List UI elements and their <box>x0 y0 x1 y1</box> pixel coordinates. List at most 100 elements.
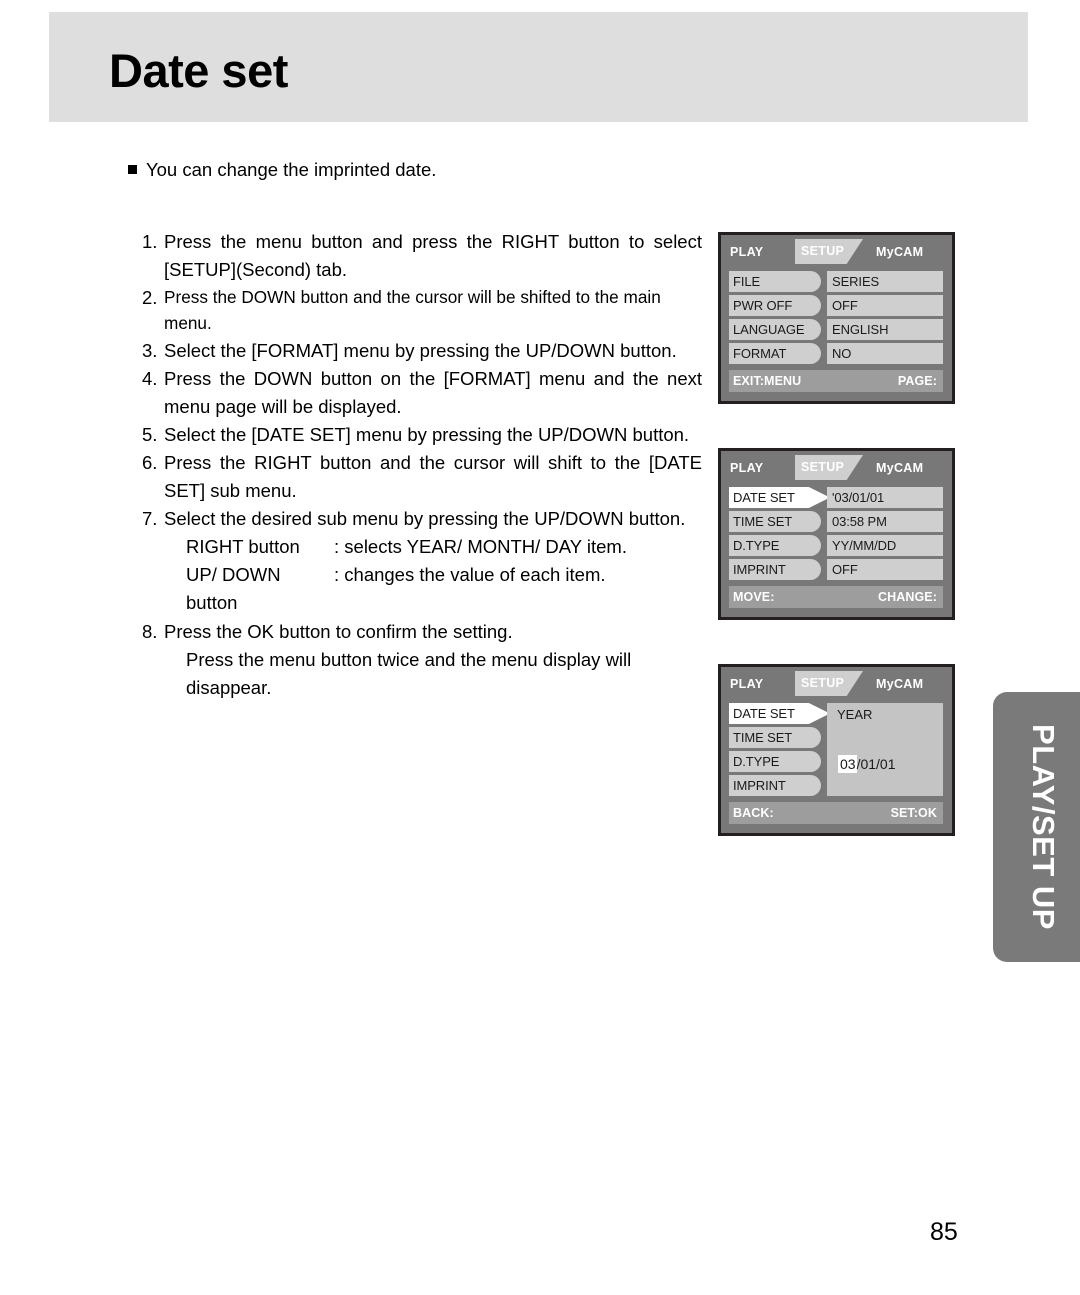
step-body: Press the DOWN button and the cursor wil… <box>164 284 702 336</box>
lcd-footer-bar: MOVE: CHANGE: <box>729 586 943 608</box>
step-body: Press the DOWN button on the [FORMAT] me… <box>164 365 702 421</box>
instruction-steps: 1. Press the menu button and press the R… <box>142 228 702 702</box>
menu-row-label-text: IMPRINT <box>733 562 786 577</box>
step-number: 2. <box>142 287 158 309</box>
step-line: Select the desired sub menu by pressing … <box>164 508 686 530</box>
step-number: 5. <box>142 423 158 445</box>
menu-row-label-text: FORMAT <box>733 346 787 361</box>
menu-row-label[interactable]: DATE SET <box>729 703 830 724</box>
tab-play[interactable]: PLAY <box>730 245 763 259</box>
year-field-highlighted[interactable]: 03 <box>838 755 857 773</box>
menu-row[interactable]: PWR OFF OFF <box>721 295 952 316</box>
step-line: menu page will be displayed. <box>164 395 402 417</box>
menu-row-label[interactable]: TIME SET <box>729 727 821 748</box>
square-bullet-icon <box>128 165 137 174</box>
step-5: 5. Select the [DATE SET] menu by pressin… <box>142 421 702 449</box>
date-rest: /01/01 <box>856 756 896 772</box>
menu-row-value[interactable]: 03:58 PM <box>827 511 943 532</box>
menu-row-value-text: SERIES <box>832 274 880 289</box>
tab-play[interactable]: PLAY <box>730 461 763 475</box>
menu-row[interactable]: D.TYPE YY/MM/DD <box>721 535 952 556</box>
step-sub-line: UP/ DOWN button : changes the value of e… <box>164 561 702 617</box>
sub-label: UP/ DOWN button <box>186 564 281 614</box>
step-body: Press the OK button to confirm the setti… <box>164 618 702 702</box>
menu-row-value-text: OFF <box>832 298 858 313</box>
section-tab-label: PLAY/SET UP <box>1026 724 1061 930</box>
menu-row-value[interactable]: SERIES <box>827 271 943 292</box>
menu-row-label[interactable]: IMPRINT <box>729 559 821 580</box>
menu-row-value-text: OFF <box>832 562 858 577</box>
menu-row-label-text: TIME SET <box>733 730 793 745</box>
menu-row-label[interactable]: D.TYPE <box>729 535 821 556</box>
step-8: 8. Press the OK button to confirm the se… <box>142 618 702 702</box>
menu-row[interactable]: TIME SET 03:58 PM <box>721 511 952 532</box>
menu-row-value[interactable]: ENGLISH <box>827 319 943 340</box>
step-number: 1. <box>142 231 158 252</box>
menu-row-value[interactable]: OFF <box>827 559 943 580</box>
menu-row-label[interactable]: TIME SET <box>729 511 821 532</box>
step-line: Press the DOWN button and the cursor wil… <box>164 287 661 334</box>
tab-setup[interactable]: SETUP <box>801 244 844 258</box>
step-number: 7. <box>142 508 158 530</box>
menu-row-value[interactable]: OFF <box>827 295 943 316</box>
tab-mycam[interactable]: MyCAM <box>876 677 923 691</box>
tab-mycam[interactable]: MyCAM <box>876 461 923 475</box>
lcd-footer-bar: BACK: SET:OK <box>729 802 943 824</box>
step-line: [SETUP](Second) tab. <box>164 259 348 281</box>
step-line: Press the RIGHT button and the cursor wi… <box>164 451 702 473</box>
menu-row[interactable]: FORMAT NO <box>721 343 952 364</box>
step-line: Press the OK button to confirm the setti… <box>164 620 513 642</box>
step-6: 6. Press the RIGHT button and the cursor… <box>142 449 702 505</box>
intro-bullet-row: You can change the imprinted date. <box>128 158 728 181</box>
tab-play[interactable]: PLAY <box>730 677 763 691</box>
tab-setup[interactable]: SETUP <box>801 460 844 474</box>
menu-row[interactable]: IMPRINT OFF <box>721 559 952 580</box>
date-set-panel[interactable]: YEAR 03/01/01 <box>827 703 943 796</box>
menu-row-value-text: 03:58 PM <box>832 514 887 529</box>
menu-row-selected[interactable]: DATE SET '03/01/01 <box>721 487 952 508</box>
menu-row-label-text: DATE SET <box>733 706 795 721</box>
step-4: 4. Press the DOWN button on the [FORMAT]… <box>142 365 702 421</box>
menu-row-label[interactable]: FORMAT <box>729 343 821 364</box>
menu-row-value-text: YY/MM/DD <box>832 538 897 553</box>
menu-row-label[interactable]: FILE <box>729 271 821 292</box>
step-sub-line: RIGHT button : selects YEAR/ MONTH/ DAY … <box>164 533 702 561</box>
step-3: 3. Select the [FORMAT] menu by pressing … <box>142 337 702 365</box>
footer-right-hint: SET:OK <box>890 806 937 820</box>
step-line: SET] sub menu. <box>164 480 297 502</box>
lcd-tab-bar: PLAY SETUP MyCAM <box>721 451 952 485</box>
menu-row-label[interactable]: IMPRINT <box>729 775 821 796</box>
sub-label: RIGHT button <box>186 536 300 558</box>
footer-left-hint: EXIT:MENU <box>733 374 802 388</box>
step-line: Select the [FORMAT] menu by pressing the… <box>164 339 677 361</box>
menu-row-value[interactable]: YY/MM/DD <box>827 535 943 556</box>
menu-row-value[interactable]: '03/01/01 <box>827 487 943 508</box>
menu-row-label-text: LANGUAGE <box>733 322 805 337</box>
menu-row-label[interactable]: PWR OFF <box>729 295 821 316</box>
menu-row-label[interactable]: D.TYPE <box>729 751 821 772</box>
menu-row-label-text: D.TYPE <box>733 538 780 553</box>
menu-row-value-text: NO <box>832 346 852 361</box>
menu-row-label[interactable]: DATE SET <box>729 487 830 508</box>
tab-mycam[interactable]: MyCAM <box>876 245 923 259</box>
footer-right-hint: CHANGE: <box>877 590 937 604</box>
menu-row[interactable]: FILE SERIES <box>721 271 952 292</box>
menu-row[interactable]: LANGUAGE ENGLISH <box>721 319 952 340</box>
menu-row-label-text: IMPRINT <box>733 778 786 793</box>
menu-row-value[interactable]: NO <box>827 343 943 364</box>
tab-setup[interactable]: SETUP <box>801 676 844 690</box>
footer-left-hint: BACK: <box>733 806 774 820</box>
menu-row-label-text: FILE <box>733 274 761 289</box>
section-tab-play-setup: PLAY/SET UP <box>993 692 1080 962</box>
page-title: Date set <box>109 44 288 97</box>
menu-row-label-text: DATE SET <box>733 490 795 505</box>
step-number: 8. <box>142 620 158 642</box>
step-body: Press the menu button and press the RIGH… <box>164 228 702 284</box>
panel-date-value[interactable]: 03/01/01 <box>838 755 896 773</box>
menu-row-label-text: D.TYPE <box>733 754 780 769</box>
step-body: Select the [FORMAT] menu by pressing the… <box>164 337 702 365</box>
menu-row-value-text: '03/01/01 <box>832 490 885 505</box>
footer-right-hint: PAGE: <box>897 374 937 388</box>
menu-row-label[interactable]: LANGUAGE <box>729 319 821 340</box>
sub-value: : selects YEAR/ MONTH/ DAY item. <box>334 536 627 558</box>
